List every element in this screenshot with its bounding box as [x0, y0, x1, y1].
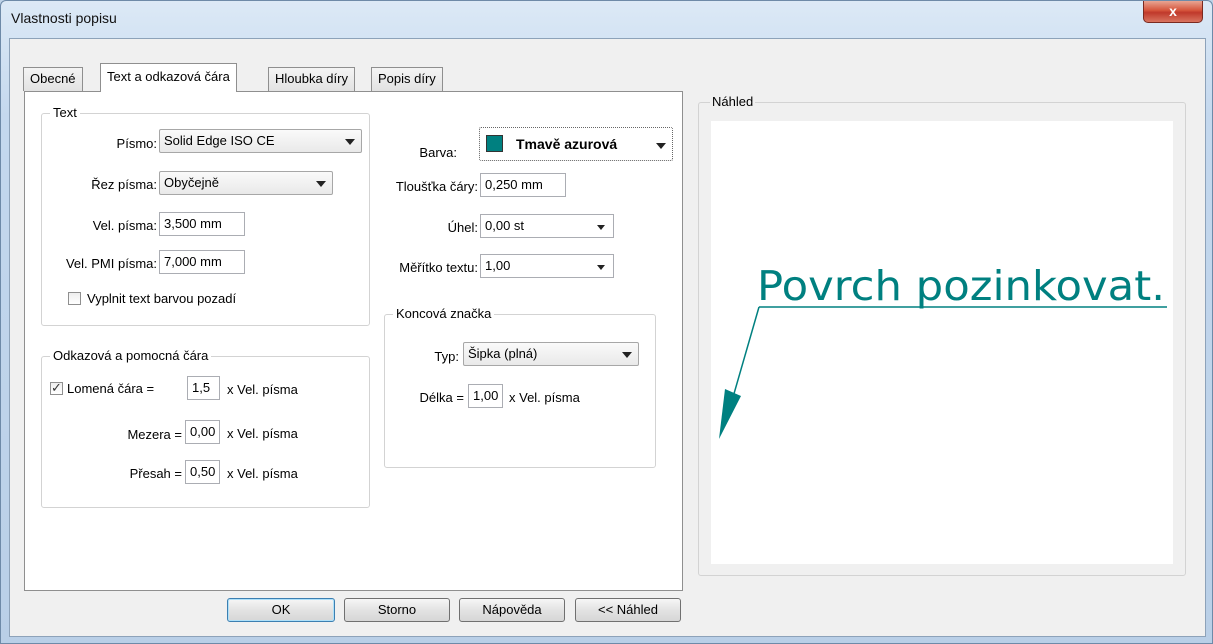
chevron-down-icon — [622, 352, 632, 358]
line-thickness-input[interactable]: 0,250 mm — [480, 173, 566, 197]
end-type-select-value: Šipka (plná) — [468, 346, 538, 361]
overlap-input[interactable]: 0,50 — [185, 460, 220, 484]
color-select-value: Tmavě azurová — [516, 136, 618, 152]
dialog-window: Vlastnosti popisu x Obecné Text a odkazo… — [0, 0, 1213, 644]
font-select[interactable]: Solid Edge ISO CE — [159, 129, 362, 153]
broken-line-label[interactable]: Lomená čára = — [67, 381, 154, 396]
type-label: Typ: — [434, 349, 459, 364]
fill-background-checkbox[interactable] — [68, 292, 81, 305]
chevron-down-icon — [316, 181, 326, 187]
preview-toggle-button[interactable]: << Náhled — [575, 598, 681, 622]
angle-select[interactable]: 0,00 st — [480, 214, 614, 238]
font-select-value: Solid Edge ISO CE — [164, 133, 275, 148]
angle-label: Úhel: — [447, 220, 478, 235]
tab-text-a-odkazova-cara[interactable]: Text a odkazová čára — [100, 63, 237, 92]
text-scale-select[interactable]: 1,00 — [480, 254, 614, 278]
window-title: Vlastnosti popisu — [11, 10, 117, 26]
close-icon[interactable]: x — [1143, 1, 1203, 23]
font-style-select[interactable]: Obyčejně — [159, 171, 333, 195]
overlap-unit: x Vel. písma — [227, 466, 298, 481]
title-bar[interactable]: Vlastnosti popisu x — [1, 1, 1212, 35]
fill-background-label[interactable]: Vyplnit text barvou pozadí — [87, 291, 236, 306]
angle-select-value: 0,00 st — [485, 218, 525, 233]
line-thickness-label: Tloušťka čáry: — [395, 179, 478, 194]
ok-button[interactable]: OK — [227, 598, 335, 622]
color-swatch — [486, 135, 503, 152]
chevron-down-icon — [597, 265, 605, 270]
font-size-input[interactable]: 3,500 mm — [159, 212, 245, 236]
text-scale-select-value: 1,00 — [485, 258, 511, 273]
preview-text: Povrch pozinkovat. — [757, 262, 1165, 310]
broken-line-input[interactable]: 1,5 — [187, 376, 220, 400]
chevron-down-icon — [597, 225, 605, 230]
help-button[interactable]: Nápověda — [459, 598, 565, 622]
chevron-down-icon — [345, 139, 355, 145]
length-label: Délka = — [419, 390, 464, 405]
cancel-button[interactable]: Storno — [344, 598, 450, 622]
tab-hloubka-diry[interactable]: Hloubka díry — [268, 67, 355, 91]
preview-drawing: Povrch pozinkovat. — [719, 262, 1167, 439]
font-size-label: Vel. písma: — [92, 218, 157, 233]
end-type-select[interactable]: Šipka (plná) — [463, 342, 639, 366]
pmi-font-size-label: Vel. PMI písma: — [65, 256, 157, 271]
font-style-label: Řez písma: — [91, 177, 157, 192]
tab-obecne[interactable]: Obecné — [23, 67, 83, 91]
gap-unit: x Vel. písma — [227, 426, 298, 441]
preview-legend: Náhled — [710, 94, 756, 109]
leader-group-legend: Odkazová a pomocná čára — [50, 348, 212, 363]
preview-canvas: Povrch pozinkovat. — [711, 121, 1173, 564]
text-scale-label: Měřítko textu: — [399, 260, 478, 275]
length-unit: x Vel. písma — [509, 390, 580, 405]
font-style-select-value: Obyčejně — [164, 175, 219, 190]
broken-line-checkbox[interactable] — [50, 380, 63, 396]
text-group-legend: Text — [50, 105, 80, 120]
font-label: Písmo: — [116, 136, 157, 151]
tab-popis-diry[interactable]: Popis díry — [371, 67, 443, 91]
length-input[interactable]: 1,00 — [468, 384, 503, 408]
gap-label: Mezera = — [127, 427, 182, 442]
color-label: Barva: — [419, 145, 457, 160]
gap-input[interactable]: 0,00 — [185, 420, 220, 444]
overlap-label: Přesah = — [129, 466, 182, 481]
leader-arrowhead — [719, 389, 741, 439]
color-select[interactable]: Tmavě azurová — [479, 127, 673, 161]
broken-line-unit: x Vel. písma — [227, 382, 298, 397]
end-marker-group-legend: Koncová značka — [393, 306, 495, 321]
pmi-font-size-input[interactable]: 7,000 mm — [159, 250, 245, 274]
chevron-down-icon — [656, 143, 666, 149]
